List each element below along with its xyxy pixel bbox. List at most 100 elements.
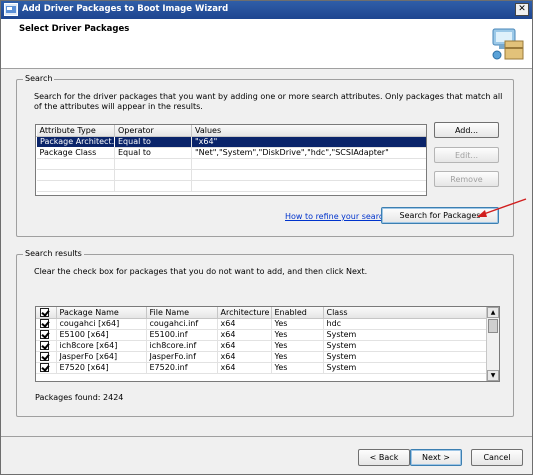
- driver-package-icon: [492, 28, 524, 60]
- package-row[interactable]: E5100 [x64] E5100.inf x64 Yes System: [36, 329, 488, 341]
- values-cell: "x64": [191, 136, 426, 148]
- class-cell: hdc: [323, 318, 488, 330]
- empty-cell: [114, 158, 192, 170]
- package-checkbox-cell: [36, 318, 57, 330]
- results-description: Clear the check box for packages that yo…: [34, 267, 368, 276]
- package-row[interactable]: ich8core [x64] ich8core.inf x64 Yes Syst…: [36, 340, 488, 352]
- page-title: Select Driver Packages: [19, 24, 130, 34]
- refine-search-link[interactable]: How to refine your search: [285, 212, 388, 221]
- attribute-row[interactable]: Package Class Equal to "Net","System","D…: [36, 147, 426, 159]
- results-legend: Search results: [23, 249, 84, 258]
- cancel-button[interactable]: Cancel: [471, 449, 523, 466]
- empty-row: [36, 180, 426, 192]
- package-name-cell: cougahci [x64]: [56, 318, 147, 330]
- file-name-cell: ich8core.inf: [146, 340, 218, 352]
- column-header-package-name[interactable]: Package Name: [56, 307, 147, 319]
- annotation-arrow-icon: [477, 198, 527, 217]
- search-legend: Search: [23, 74, 55, 83]
- edit-button[interactable]: Edit...: [434, 147, 499, 163]
- architecture-cell: x64: [217, 340, 272, 352]
- package-checkbox[interactable]: [40, 330, 49, 339]
- enabled-cell: Yes: [271, 340, 324, 352]
- enabled-cell: Yes: [271, 318, 324, 330]
- select-all-checkbox-header[interactable]: [36, 307, 57, 319]
- attribute-header-row: Attribute Type Operator Values: [36, 125, 426, 137]
- attribute-type-cell: Package Architect...: [36, 135, 115, 148]
- column-header-operator[interactable]: Operator: [114, 125, 192, 137]
- enabled-cell: Yes: [271, 362, 324, 374]
- remove-button[interactable]: Remove: [434, 171, 499, 187]
- file-name-cell: E7520.inf: [146, 362, 218, 374]
- package-checkbox[interactable]: [40, 363, 49, 372]
- operator-cell: Equal to: [114, 136, 192, 148]
- empty-row: [36, 158, 426, 170]
- search-description: Search for the driver packages that you …: [34, 92, 503, 111]
- empty-cell: [36, 158, 115, 170]
- enabled-cell: Yes: [271, 351, 324, 363]
- package-checkbox[interactable]: [40, 319, 49, 328]
- close-icon[interactable]: ✕: [515, 3, 529, 16]
- attribute-table: Attribute Type Operator Values Package A…: [36, 125, 426, 192]
- results-scrollbar[interactable]: ▲ ▼: [486, 307, 499, 381]
- empty-cell: [114, 180, 192, 192]
- architecture-cell: x64: [217, 329, 272, 341]
- attribute-type-cell: Package Class: [36, 147, 115, 159]
- architecture-cell: x64: [217, 351, 272, 363]
- operator-cell: Equal to: [114, 147, 192, 159]
- add-button[interactable]: Add...: [434, 122, 499, 138]
- package-row[interactable]: JasperFo [x64] JasperFo.inf x64 Yes Syst…: [36, 351, 488, 363]
- architecture-cell: x64: [217, 318, 272, 330]
- package-checkbox-cell: [36, 362, 57, 374]
- back-button[interactable]: < Back: [358, 449, 410, 466]
- packages-found-count: Packages found: 2424: [35, 393, 124, 402]
- column-header-attribute-type[interactable]: Attribute Type: [36, 125, 115, 137]
- package-name-cell: JasperFo [x64]: [56, 351, 147, 363]
- values-cell: "Net","System","DiskDrive","hdc","SCSIAd…: [191, 147, 426, 159]
- wizard-app-icon: [4, 3, 18, 16]
- scroll-up-icon[interactable]: ▲: [487, 307, 499, 318]
- package-checkbox-cell: [36, 351, 57, 363]
- wizard-window: Add Driver Packages to Boot Image Wizard…: [0, 0, 533, 475]
- package-name-cell: E7520 [x64]: [56, 362, 147, 374]
- package-checkbox-cell: [36, 329, 57, 341]
- package-row[interactable]: cougahci [x64] cougahci.inf x64 Yes hdc: [36, 318, 488, 330]
- enabled-cell: Yes: [271, 329, 324, 341]
- scroll-down-icon[interactable]: ▼: [487, 370, 499, 381]
- empty-cell: [36, 169, 115, 181]
- results-header-row: Package Name File Name Architecture Enab…: [36, 307, 488, 319]
- empty-cell: [36, 180, 115, 192]
- package-checkbox[interactable]: [40, 352, 49, 361]
- class-cell: System: [323, 351, 488, 363]
- class-cell: System: [323, 340, 488, 352]
- next-button[interactable]: Next >: [410, 449, 462, 466]
- package-row[interactable]: E7520 [x64] E7520.inf x64 Yes System: [36, 362, 488, 374]
- empty-cell: [114, 169, 192, 181]
- attribute-row[interactable]: Package Architect... Equal to "x64": [36, 135, 426, 148]
- package-name-cell: E5100 [x64]: [56, 329, 147, 341]
- results-table: Package Name File Name Architecture Enab…: [36, 307, 488, 374]
- column-header-values[interactable]: Values: [191, 125, 426, 137]
- column-header-architecture[interactable]: Architecture: [217, 307, 272, 319]
- window-title: Add Driver Packages to Boot Image Wizard: [22, 4, 229, 14]
- column-header-enabled[interactable]: Enabled: [271, 307, 324, 319]
- empty-cell: [191, 180, 426, 192]
- empty-cell: [191, 158, 426, 170]
- class-cell: System: [323, 362, 488, 374]
- column-header-file-name[interactable]: File Name: [146, 307, 218, 319]
- scroll-thumb[interactable]: [488, 319, 498, 333]
- class-cell: System: [323, 329, 488, 341]
- column-header-class[interactable]: Class: [323, 307, 488, 319]
- attribute-grid[interactable]: Attribute Type Operator Values Package A…: [35, 124, 427, 196]
- wizard-header: Select Driver Packages: [1, 19, 532, 69]
- package-checkbox-cell: [36, 340, 57, 352]
- package-checkbox[interactable]: [40, 341, 49, 350]
- file-name-cell: cougahci.inf: [146, 318, 218, 330]
- empty-row: [36, 169, 426, 181]
- empty-cell: [191, 169, 426, 181]
- architecture-cell: x64: [217, 362, 272, 374]
- select-all-checkbox[interactable]: [40, 307, 49, 317]
- results-grid[interactable]: Package Name File Name Architecture Enab…: [35, 306, 500, 382]
- file-name-cell: E5100.inf: [146, 329, 218, 341]
- footer-divider: [1, 436, 532, 437]
- package-name-cell: ich8core [x64]: [56, 340, 147, 352]
